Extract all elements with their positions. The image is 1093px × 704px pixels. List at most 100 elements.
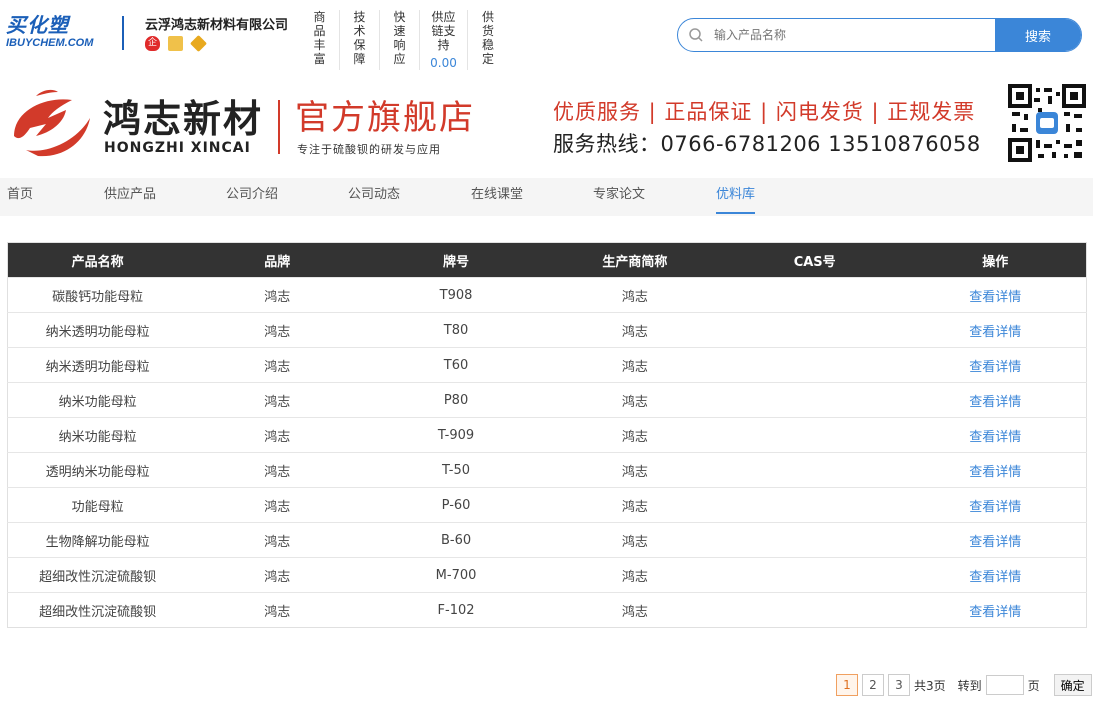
product-name-cell: 功能母粒	[7, 487, 188, 523]
feature-stable-supply: 供货稳定	[468, 10, 508, 70]
logo-divider	[122, 16, 124, 50]
brand-cell: 鸿志	[187, 312, 368, 348]
brand-cell: 鸿志	[187, 277, 368, 313]
grade-cell: P-60	[367, 487, 545, 523]
brand-cell: 鸿志	[187, 557, 368, 593]
manufacturer-cell: 鸿志	[544, 312, 725, 348]
table-row: 纳米透明功能母粒 鸿志 T80 鸿志 查看详情	[7, 312, 1087, 348]
page-1-button[interactable]: 1	[836, 674, 858, 696]
page-2-button[interactable]: 2	[862, 674, 884, 696]
view-details-link[interactable]: 查看详情	[904, 522, 1087, 558]
product-name-cell: 纳米透明功能母粒	[7, 312, 188, 348]
cas-cell	[724, 487, 905, 523]
goto-page-input[interactable]	[985, 675, 1024, 695]
table-row: 功能母粒 鸿志 P-60 鸿志 查看详情	[7, 487, 1087, 523]
search-button[interactable]: 搜索	[995, 19, 1081, 51]
col-header-action: 操作	[904, 242, 1087, 278]
brand-cell: 鸿志	[187, 592, 368, 628]
cas-cell	[724, 452, 905, 488]
grade-cell: T60	[367, 347, 545, 383]
search-input[interactable]	[714, 19, 995, 51]
service-features: 商品丰富 技术保障 快速响应 供应链支持 0.00 供货稳定	[300, 10, 508, 70]
supply-chain-value: 0.00	[430, 56, 457, 70]
view-details-link[interactable]: 查看详情	[904, 417, 1087, 453]
feature-fast-response: 快速响应	[380, 10, 420, 70]
manufacturer-cell: 鸿志	[544, 487, 725, 523]
top-bar: 买化塑 IBUYCHEM.COM 云浮鸿志新材料有限公司 企 商品丰富 技术保障…	[0, 0, 1093, 78]
product-name-cell: 透明纳米功能母粒	[7, 452, 188, 488]
view-details-link[interactable]: 查看详情	[904, 487, 1087, 523]
grade-cell: M-700	[367, 557, 545, 593]
cas-cell	[724, 382, 905, 418]
brand-cell: 鸿志	[187, 522, 368, 558]
logo-cn: 买化塑	[6, 15, 69, 37]
feature-label: 商品丰富	[313, 10, 326, 66]
page-3-button[interactable]: 3	[888, 674, 910, 696]
grade-cell: T908	[367, 277, 545, 313]
table-row: 生物降解功能母粒 鸿志 B-60 鸿志 查看详情	[7, 522, 1087, 558]
view-details-link[interactable]: 查看详情	[904, 452, 1087, 488]
site-logo[interactable]: 买化塑 IBUYCHEM.COM	[6, 16, 112, 54]
nav-papers[interactable]: 专家论文	[593, 178, 645, 216]
view-details-link[interactable]: 查看详情	[904, 277, 1087, 313]
table-row: 透明纳米功能母粒 鸿志 T-50 鸿志 查看详情	[7, 452, 1087, 488]
feature-label: 供应链支持	[431, 10, 456, 52]
logo-en: IBUYCHEM.COM	[6, 37, 94, 49]
product-name-cell: 超细改性沉淀硫酸钡	[7, 592, 188, 628]
flagship-subtitle: 专注于硫酸钡的研发与应用	[297, 143, 441, 156]
cas-cell	[724, 417, 905, 453]
product-table: 产品名称 品牌 牌号 生产商简称 CAS号 操作 碳酸钙功能母粒 鸿志 T908 鸿志…	[7, 242, 1087, 628]
nav-classroom[interactable]: 在线课堂	[471, 178, 523, 216]
table-header-row: 产品名称 品牌 牌号 生产商简称 CAS号 操作	[7, 242, 1087, 278]
nav-news[interactable]: 公司动态	[348, 178, 400, 216]
search-icon	[678, 19, 714, 51]
flagship-title: 官方旗舰店	[295, 98, 475, 138]
view-details-link[interactable]: 查看详情	[904, 347, 1087, 383]
feature-rich-goods: 商品丰富	[300, 10, 340, 70]
brand-name-en: HONGZHI XINCAI	[104, 140, 251, 156]
enterprise-badge-icon[interactable]: 企	[145, 36, 160, 51]
view-details-link[interactable]: 查看详情	[904, 312, 1087, 348]
brand-cell: 鸿志	[187, 417, 368, 453]
manufacturer-cell: 鸿志	[544, 417, 725, 453]
store-nav: 首页 供应产品 公司介绍 公司动态 在线课堂 专家论文 优料库	[0, 178, 1093, 216]
service-hotline: 服务热线：0766-6781206 13510876058	[553, 132, 981, 156]
product-name-cell: 生物降解功能母粒	[7, 522, 188, 558]
grade-cell: T80	[367, 312, 545, 348]
manufacturer-cell: 鸿志	[544, 557, 725, 593]
view-details-link[interactable]: 查看详情	[904, 557, 1087, 593]
certificate-badge-icon[interactable]	[168, 36, 183, 51]
col-header-product-name: 产品名称	[7, 242, 188, 278]
nav-products[interactable]: 供应产品	[104, 178, 156, 216]
nav-home[interactable]: 首页	[7, 178, 33, 216]
manufacturer-cell: 鸿志	[544, 592, 725, 628]
nav-material-library[interactable]: 优料库	[716, 178, 756, 214]
brand-cell: 鸿志	[187, 487, 368, 523]
brand-cell: 鸿志	[187, 452, 368, 488]
grade-cell: P80	[367, 382, 545, 418]
view-details-link[interactable]: 查看详情	[904, 592, 1087, 628]
manufacturer-cell: 鸿志	[544, 522, 725, 558]
goto-confirm-button[interactable]: 确定	[1053, 674, 1092, 696]
gold-medal-icon[interactable]	[190, 35, 207, 52]
col-header-cas: CAS号	[724, 242, 905, 278]
nav-about[interactable]: 公司介绍	[226, 178, 278, 216]
col-header-manufacturer: 生产商简称	[544, 242, 725, 278]
cas-cell	[724, 347, 905, 383]
page-total: 共3页	[914, 678, 946, 693]
product-name-cell: 纳米功能母粒	[7, 382, 188, 418]
table-row: 纳米透明功能母粒 鸿志 T60 鸿志 查看详情	[7, 347, 1087, 383]
view-details-link[interactable]: 查看详情	[904, 382, 1087, 418]
product-name-cell: 纳米透明功能母粒	[7, 347, 188, 383]
feature-label: 技术保障	[353, 10, 366, 66]
table-row: 纳米功能母粒 鸿志 P80 鸿志 查看详情	[7, 382, 1087, 418]
pagination: 1 2 3 共3页 转到 页 确定	[836, 674, 1092, 696]
store-banner: 鸿志新材 HONGZHI XINCAI 官方旗舰店 专注于硫酸钡的研发与应用 优…	[0, 84, 1093, 176]
cas-cell	[724, 592, 905, 628]
manufacturer-cell: 鸿志	[544, 452, 725, 488]
brand-name-cn: 鸿志新材	[103, 97, 264, 141]
product-name-cell: 碳酸钙功能母粒	[7, 277, 188, 313]
grade-cell: F-102	[367, 592, 545, 628]
company-name[interactable]: 云浮鸿志新材料有限公司	[145, 14, 288, 33]
feature-supply-chain: 供应链支持 0.00	[420, 10, 468, 70]
